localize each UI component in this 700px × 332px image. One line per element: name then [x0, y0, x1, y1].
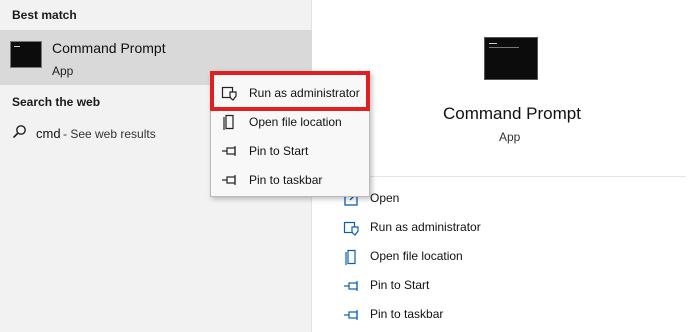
menu-item-pin-to-taskbar[interactable]: Pin to taskbar — [219, 169, 369, 191]
best-match-title: Command Prompt — [52, 40, 166, 56]
action-open[interactable]: Open — [340, 188, 540, 210]
pin-icon — [344, 310, 358, 320]
menu-item-open-file-location[interactable]: Open file location — [219, 111, 369, 133]
menu-item-pin-to-start[interactable]: Pin to Start — [219, 140, 369, 162]
web-result-suffix: - See web results — [63, 127, 156, 141]
search-web-header: Search the web — [12, 95, 101, 109]
action-pin-to-taskbar-label: Pin to taskbar — [370, 307, 444, 321]
app-subtitle: App — [499, 130, 521, 144]
highlight-box — [210, 71, 370, 111]
action-open-label: Open — [370, 191, 400, 205]
shield-icon — [343, 221, 359, 236]
menu-item-pin-to-taskbar-label: Pin to taskbar — [249, 173, 323, 187]
action-open-file-location-label: Open file location — [370, 249, 463, 263]
pin-icon — [344, 281, 358, 291]
pin-icon — [222, 146, 236, 156]
app-title: Command Prompt — [443, 104, 581, 123]
best-match-subtitle: App — [52, 64, 74, 78]
action-run-as-admin[interactable]: Run as administrator — [340, 217, 540, 239]
action-open-file-location[interactable]: Open file location — [340, 246, 540, 268]
command-prompt-large-icon — [484, 37, 538, 80]
best-match-header: Best match — [12, 8, 77, 22]
menu-item-open-file-location-label: Open file location — [249, 115, 342, 129]
file-location-icon — [223, 114, 234, 130]
action-run-as-admin-label: Run as administrator — [370, 220, 481, 234]
action-pin-to-start[interactable]: Pin to Start — [340, 275, 540, 297]
divider — [330, 176, 686, 177]
file-location-icon — [345, 249, 356, 265]
action-pin-to-start-label: Pin to Start — [370, 278, 430, 292]
web-result-query: cmd — [36, 126, 61, 141]
pin-icon — [222, 175, 236, 185]
command-prompt-icon — [10, 41, 42, 68]
search-icon — [12, 125, 26, 139]
menu-item-pin-to-start-label: Pin to Start — [249, 144, 309, 158]
action-pin-to-taskbar[interactable]: Pin to taskbar — [340, 304, 540, 326]
